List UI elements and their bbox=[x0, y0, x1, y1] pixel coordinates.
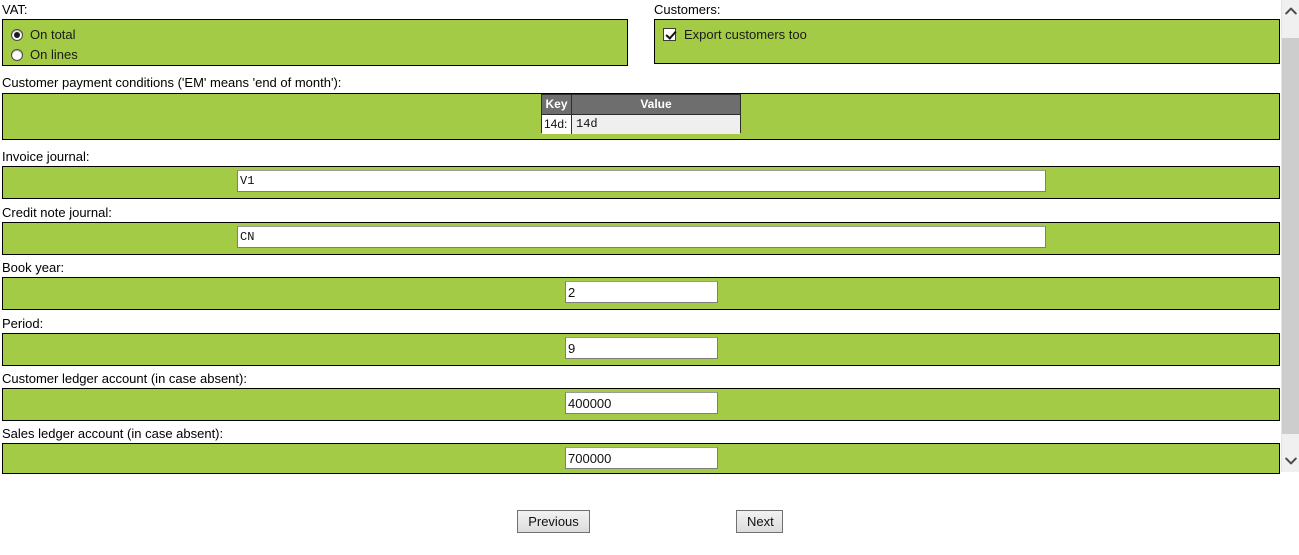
chevron-down-icon bbox=[1285, 457, 1297, 465]
next-button[interactable]: Next bbox=[736, 510, 783, 533]
checkbox-export-customers-indicator[interactable] bbox=[663, 28, 676, 41]
scrollbar-track[interactable] bbox=[1282, 20, 1299, 452]
footer-bar: SYNETON EXPORTER Previous Next bbox=[0, 474, 1299, 555]
book-year-label: Book year: bbox=[2, 260, 65, 275]
vertical-scrollbar[interactable] bbox=[1281, 0, 1299, 472]
previous-button[interactable]: Previous bbox=[517, 510, 590, 533]
radio-on-total-label: On total bbox=[30, 27, 76, 42]
payment-conditions-label: Customer payment conditions ('EM' means … bbox=[2, 75, 342, 90]
vat-panel bbox=[2, 19, 628, 66]
checkbox-export-customers-label: Export customers too bbox=[684, 27, 807, 42]
sales-ledger-account-input[interactable]: 700000 bbox=[565, 447, 718, 469]
column-header-key: Key bbox=[542, 95, 572, 114]
checkbox-export-customers[interactable]: Export customers too bbox=[663, 27, 807, 42]
scrollbar-thumb[interactable] bbox=[1282, 38, 1299, 434]
payment-conditions-grid[interactable]: Key Value 14d: 14d bbox=[541, 94, 741, 134]
period-input[interactable]: 9 bbox=[565, 337, 718, 359]
vat-section-label: VAT: bbox=[2, 2, 28, 17]
invoice-journal-label: Invoice journal: bbox=[2, 149, 90, 164]
radio-on-lines-label: On lines bbox=[30, 47, 78, 62]
column-header-value: Value bbox=[640, 97, 672, 111]
payment-conditions-header-row: Key Value bbox=[542, 95, 740, 115]
radio-on-lines-indicator[interactable] bbox=[11, 48, 23, 61]
scroll-up-button[interactable] bbox=[1282, 2, 1299, 20]
table-row[interactable]: 14d: 14d bbox=[542, 115, 740, 134]
exporter-wizard-page: VAT: On total On lines Customers: Export… bbox=[0, 0, 1299, 555]
cell-key: 14d: bbox=[542, 115, 572, 134]
sales-ledger-account-label: Sales ledger account (in case absent): bbox=[2, 426, 224, 441]
cell-value[interactable]: 14d bbox=[572, 115, 740, 134]
invoice-journal-input[interactable]: V1 bbox=[237, 170, 1046, 192]
credit-note-journal-input[interactable]: CN bbox=[237, 226, 1046, 248]
credit-note-journal-label: Credit note journal: bbox=[2, 205, 112, 220]
customer-ledger-account-label: Customer ledger account (in case absent)… bbox=[2, 371, 247, 386]
customers-section-label: Customers: bbox=[654, 2, 721, 17]
book-year-input[interactable]: 2 bbox=[565, 281, 718, 303]
radio-on-total[interactable]: On total bbox=[11, 27, 76, 42]
radio-on-total-indicator[interactable] bbox=[11, 28, 23, 41]
scroll-down-button[interactable] bbox=[1282, 452, 1299, 470]
period-label: Period: bbox=[2, 316, 44, 331]
radio-on-lines[interactable]: On lines bbox=[11, 47, 78, 62]
chevron-up-icon bbox=[1285, 7, 1297, 15]
customer-ledger-account-input[interactable]: 400000 bbox=[565, 392, 718, 414]
